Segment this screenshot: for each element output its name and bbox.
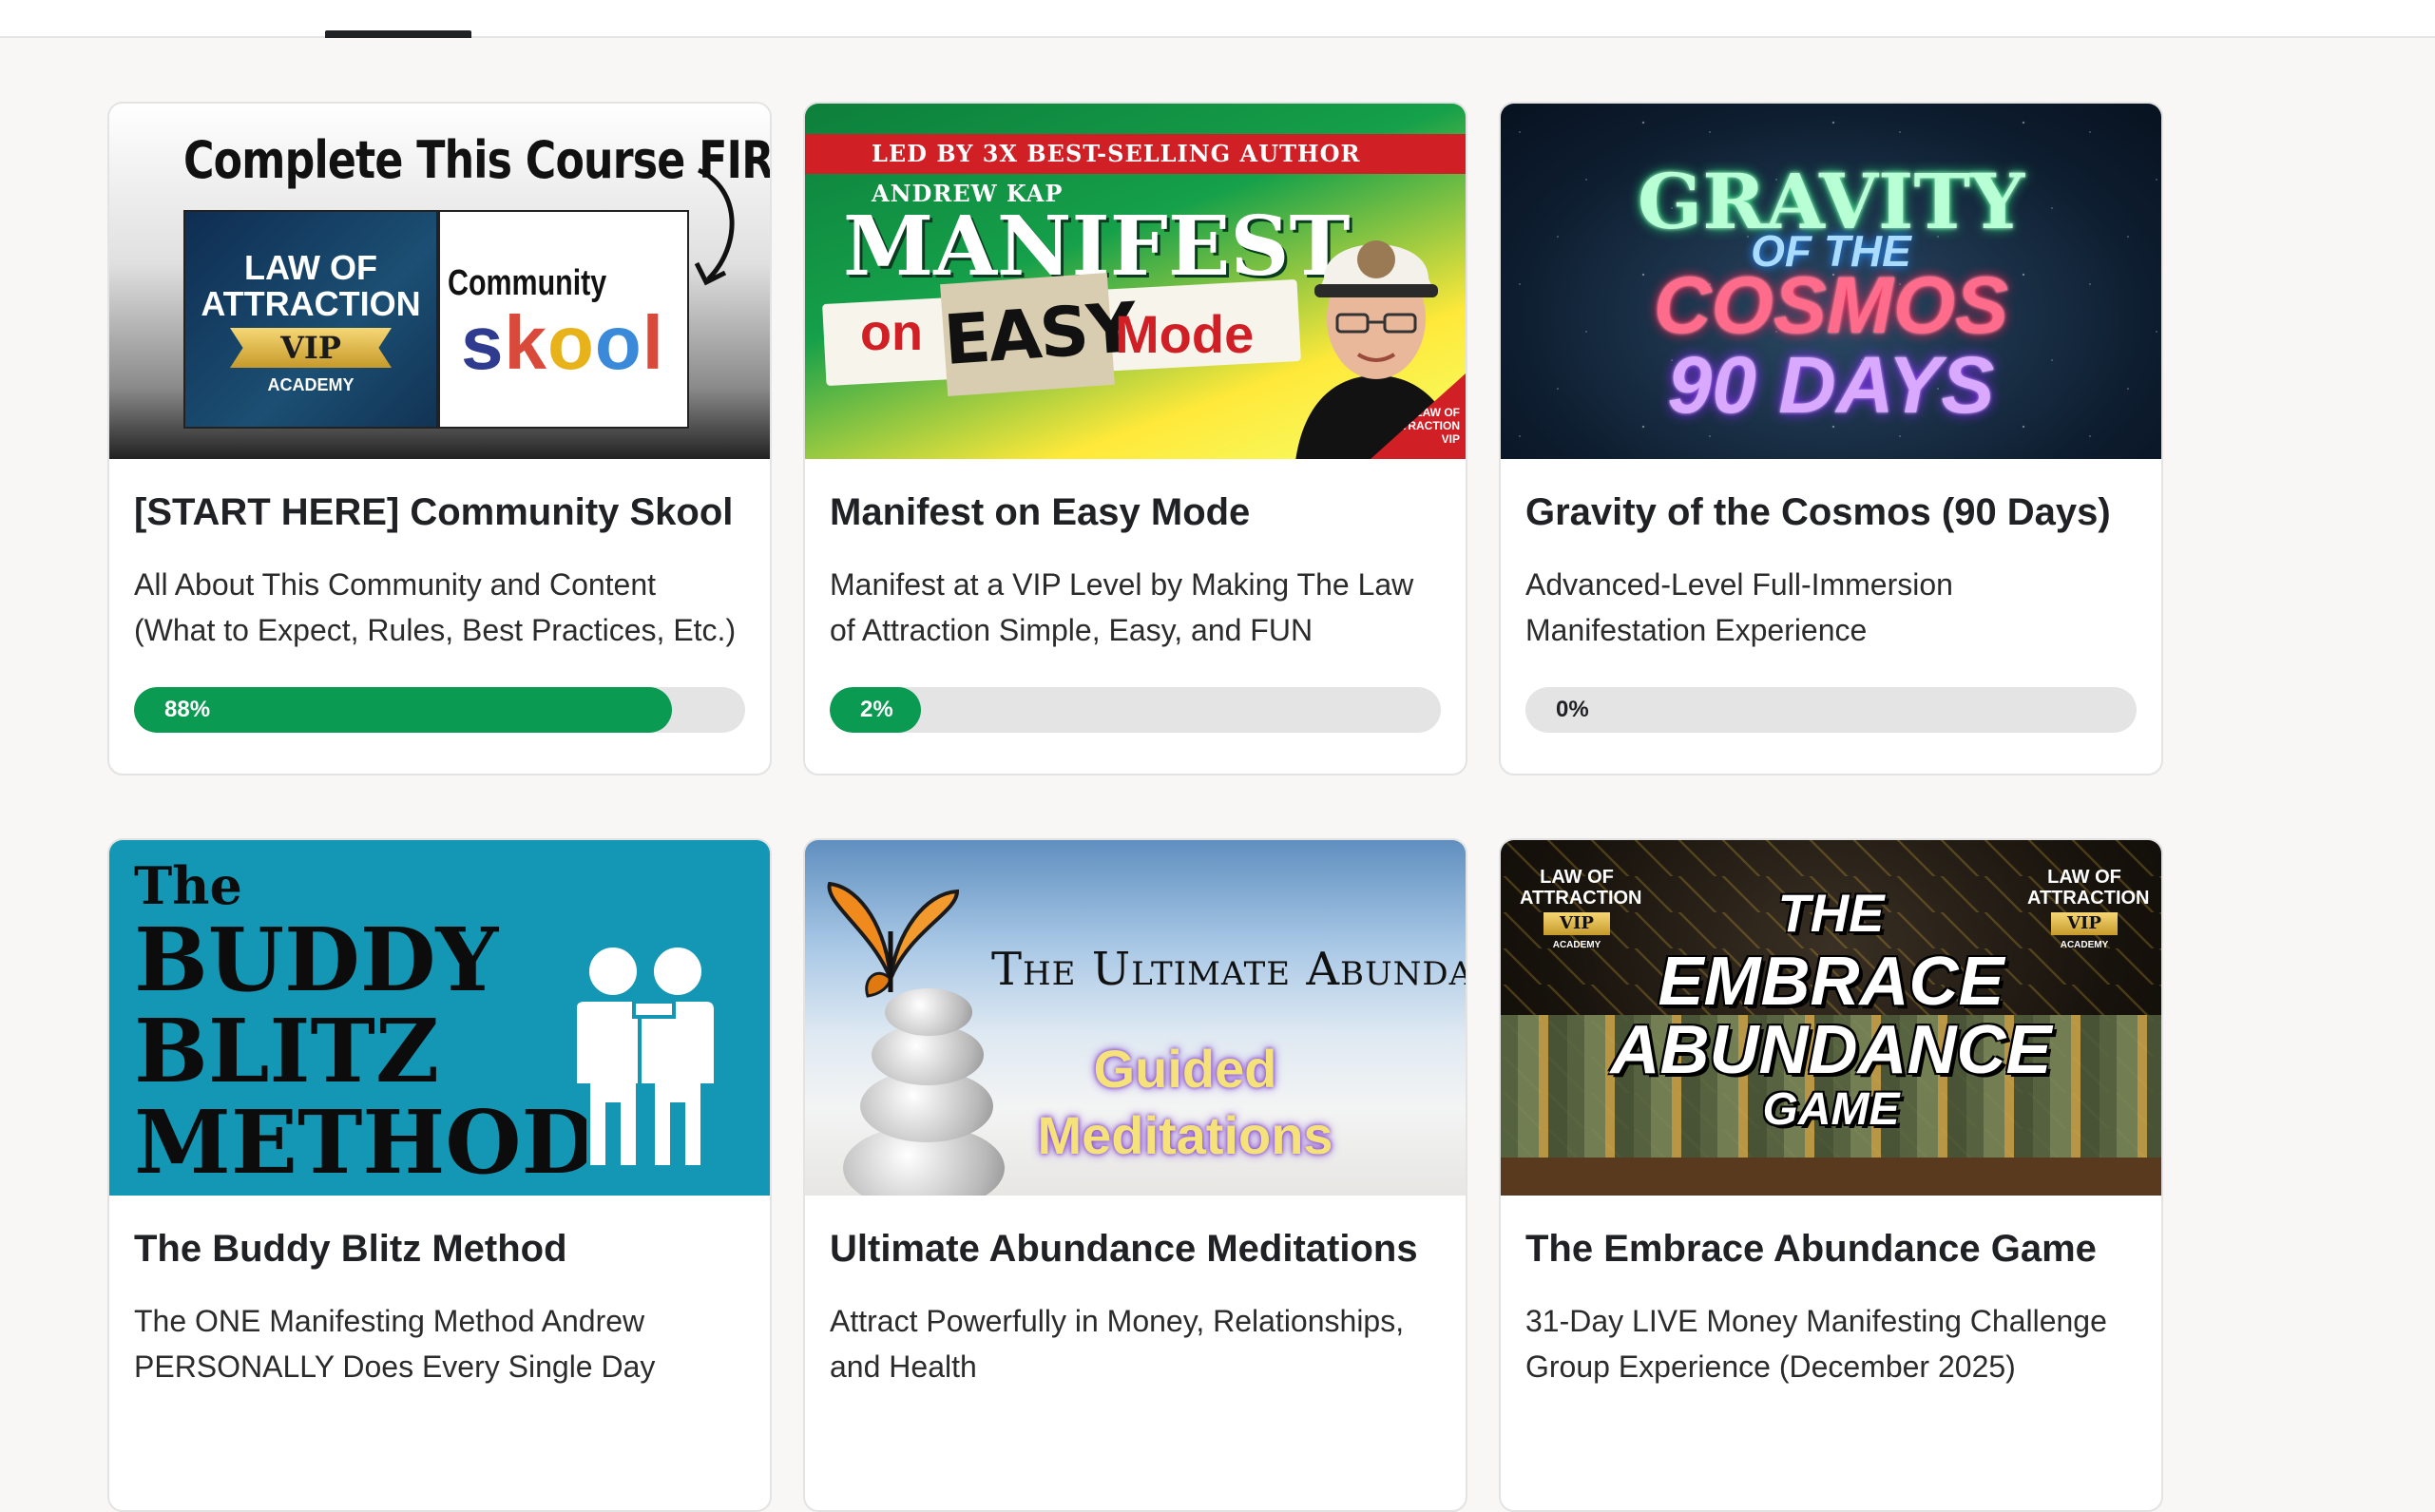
thumbnail-line-3: ABUNDANCE [1610, 1012, 2052, 1088]
course-thumbnail[interactable]: GRAVITY OF THE COSMOS 90 DAYS [1501, 104, 2161, 459]
course-card-embrace-abundance[interactable]: LAW OF ATTRACTION VIP ACADEMY LAW OF ATT… [1499, 838, 2163, 1512]
thumbnail-title: The Ultimate Abundance [991, 943, 1466, 996]
course-title[interactable]: [START HERE] Community Skool [134, 491, 745, 533]
thumbnail-line-2: Meditations [1037, 1105, 1333, 1165]
course-thumbnail[interactable]: LAW OF ATTRACTION VIP ACADEMY LAW OF ATT… [1501, 840, 2161, 1196]
course-thumbnail[interactable]: The BUDDY BLITZ METHOD [109, 840, 770, 1196]
top-navigation-bar [0, 0, 2435, 38]
progress-label: 2% [860, 697, 893, 722]
thumbnail-subtitle: Guided Meditations [1033, 1036, 1337, 1169]
active-tab-indicator [325, 30, 471, 38]
thumbnail-easy: EASY [940, 273, 1138, 396]
course-card-gravity-of-the-cosmos[interactable]: GRAVITY OF THE COSMOS 90 DAYS Gravity of… [1499, 102, 2163, 775]
thumbnail-strip: LED BY 3X BEST-SELLING AUTHOR ANDREW KAP [805, 134, 1466, 207]
thumbnail-line-4: 90 DAYS [1667, 340, 1995, 430]
two-people-icon [573, 944, 718, 1169]
thumbnail-line-2: BUDDY [134, 909, 499, 1011]
thumbnail-line-1: Guided [1093, 1039, 1277, 1099]
thumbnail-line-3: COSMOS [1653, 260, 2009, 350]
course-card-buddy-blitz[interactable]: The BUDDY BLITZ METHOD The Buddy Blitz M… [107, 838, 772, 1512]
skool-wordmark: skool [461, 300, 664, 385]
law-of-attraction-logo: LAW OF ATTRACTION VIP ACADEMY [183, 210, 438, 429]
course-description: Attract Powerfully in Money, Relationshi… [830, 1304, 1405, 1384]
thumbnail-line-2: EMBRACE [1658, 944, 2004, 1020]
thumbnail-line-4: GAME [1762, 1084, 1900, 1135]
academy-label: ACADEMY [267, 375, 355, 394]
progress-bar: 2% [830, 687, 1441, 733]
course-title[interactable]: The Buddy Blitz Method [134, 1228, 745, 1270]
course-description: 31-Day LIVE Money Manifesting Challenge … [1525, 1304, 2107, 1384]
thumbnail-on: on [860, 304, 923, 361]
course-title[interactable]: The Embrace Abundance Game [1525, 1228, 2137, 1270]
community-label: Community [448, 263, 607, 303]
course-description: The ONE Manifesting Method Andrew PERSON… [134, 1304, 656, 1384]
thumbnail-line-4: METHOD [134, 1091, 598, 1194]
thumbnail-line-1: THE [1777, 883, 1885, 943]
progress-label: 0% [1556, 697, 1589, 722]
course-description: All About This Community and Content (Wh… [134, 567, 737, 647]
course-grid: Complete This Course FIRST! LAW OFATTRAC… [107, 102, 2163, 1512]
curved-arrow-icon [694, 167, 735, 286]
course-card-manifest-easy-mode[interactable]: LED BY 3X BEST-SELLING AUTHOR ANDREW KAP… [803, 102, 1467, 775]
course-card-start-here[interactable]: Complete This Course FIRST! LAW OFATTRAC… [107, 102, 772, 775]
course-description: Manifest at a VIP Level by Making The La… [830, 567, 1414, 647]
course-title[interactable]: Manifest on Easy Mode [830, 491, 1441, 533]
thumbnail-line-3: BLITZ [134, 1000, 440, 1102]
course-description: Advanced-Level Full-Immersion Manifestat… [1525, 567, 1953, 647]
logo-line-1: LAW OF [244, 248, 377, 287]
progress-bar: 88% [134, 687, 745, 733]
skool-logo: Community skool [438, 210, 689, 429]
thumbnail-headline: Complete This Course FIRST! [183, 130, 770, 190]
course-title[interactable]: Gravity of the Cosmos (90 Days) [1525, 491, 2137, 533]
logo-line-2: ATTRACTION [201, 284, 421, 323]
thumbnail-mode: Mode [1115, 304, 1255, 364]
course-title[interactable]: Ultimate Abundance Meditations [830, 1228, 1441, 1270]
vip-ribbon: VIP [230, 328, 392, 368]
course-thumbnail[interactable]: LED BY 3X BEST-SELLING AUTHOR ANDREW KAP… [805, 104, 1466, 459]
thumbnail-line-1: The [134, 855, 242, 916]
course-thumbnail[interactable]: Complete This Course FIRST! LAW OFATTRAC… [109, 104, 770, 459]
progress-label: 88% [164, 697, 211, 722]
progress-fill [134, 687, 672, 733]
butterfly-icon [827, 881, 960, 998]
course-thumbnail[interactable]: The Ultimate Abundance GuidedMeditations [805, 840, 1466, 1196]
progress-bar: 0% [1525, 687, 2137, 733]
wooden-table [1501, 1158, 2161, 1196]
course-card-ultimate-abundance[interactable]: The Ultimate Abundance GuidedMeditations… [803, 838, 1467, 1512]
